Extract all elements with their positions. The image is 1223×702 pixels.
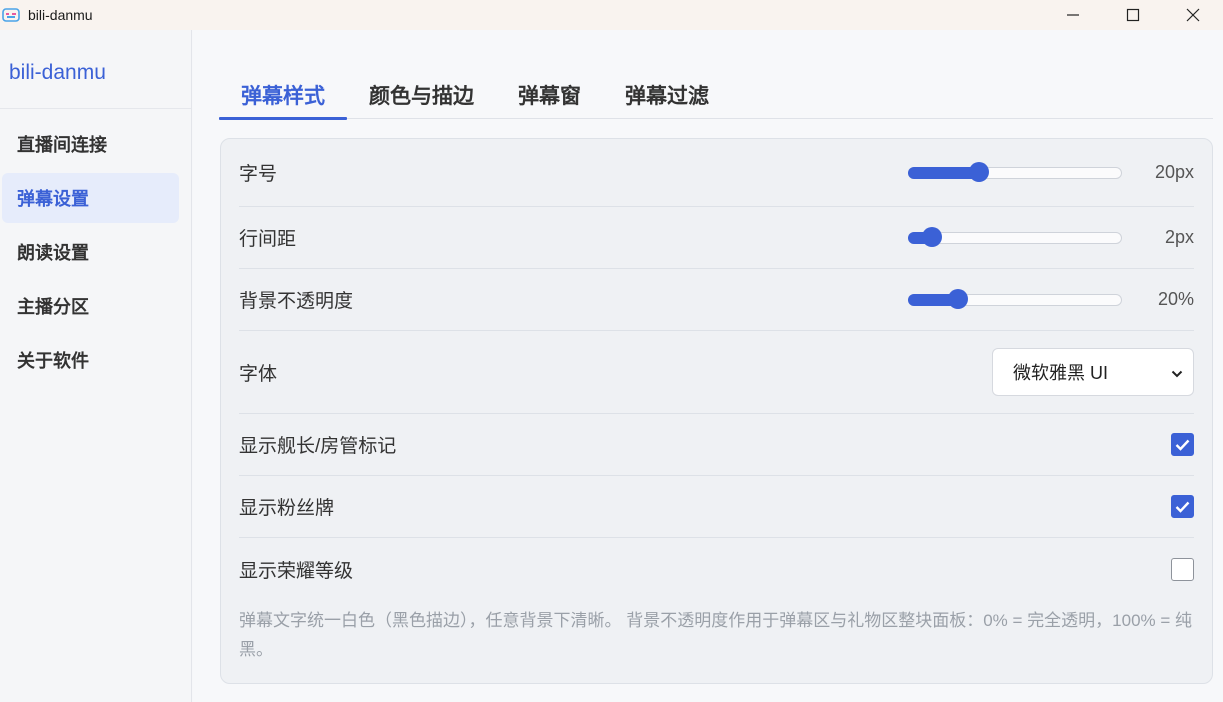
font-size-value: 20px <box>1154 162 1194 182</box>
line-spacing-label: 行间距 <box>239 229 297 250</box>
sidebar-nav: 直播间连接 弹幕设置 朗读设置 主播分区 关于软件 <box>0 109 191 385</box>
show-fan-badge-row: 显示粉丝牌 <box>239 476 1194 538</box>
line-spacing-value: 2px <box>1164 227 1194 247</box>
maximize-icon[interactable] <box>1103 0 1163 30</box>
settings-panel: 字号 20px 行间距 2px 背景不透明度 20% 字体 微软雅黑 UI 显示… <box>220 138 1213 684</box>
show-captain-label: 显示舰长/房管标记 <box>239 436 397 457</box>
checkmark-icon <box>1175 501 1190 513</box>
slider-thumb[interactable] <box>969 161 989 182</box>
slider-thumb[interactable] <box>922 226 942 247</box>
show-fan-badge-checkbox[interactable] <box>1171 495 1194 518</box>
show-captain-row: 显示舰长/房管标记 <box>239 414 1194 476</box>
font-size-label: 字号 <box>239 164 278 185</box>
font-size-row: 字号 20px <box>239 139 1194 207</box>
sidebar-item-streamer-category[interactable]: 主播分区 <box>2 281 179 331</box>
title-bar: bili-danmu <box>0 0 1223 30</box>
slider-thumb[interactable] <box>948 288 968 309</box>
close-icon[interactable] <box>1163 0 1223 30</box>
tab-danmu-window[interactable]: 弹幕窗 <box>496 70 603 119</box>
font-row: 字体 微软雅黑 UI <box>239 331 1194 414</box>
font-label: 字体 <box>239 363 278 385</box>
line-spacing-row: 行间距 2px <box>239 207 1194 269</box>
brand-title: bili-danmu <box>0 30 191 109</box>
bg-opacity-row: 背景不透明度 20% <box>239 269 1194 331</box>
font-select[interactable]: 微软雅黑 UI <box>992 348 1194 396</box>
line-spacing-slider[interactable] <box>908 226 1122 247</box>
chevron-down-icon <box>1171 362 1183 383</box>
sidebar-item-danmu-settings[interactable]: 弹幕设置 <box>2 173 179 223</box>
show-honor-level-label: 显示荣耀等级 <box>239 560 354 582</box>
show-honor-level-checkbox[interactable] <box>1171 557 1194 581</box>
font-select-value: 微软雅黑 UI <box>1013 363 1109 383</box>
minimize-icon[interactable] <box>1043 0 1103 30</box>
tab-color-outline[interactable]: 颜色与描边 <box>347 70 496 119</box>
tab-danmu-style[interactable]: 弹幕样式 <box>219 70 347 120</box>
bg-opacity-slider[interactable] <box>908 288 1122 309</box>
tab-danmu-filter[interactable]: 弹幕过滤 <box>603 70 731 119</box>
sidebar: bili-danmu 直播间连接 弹幕设置 朗读设置 主播分区 关于软件 <box>0 30 192 702</box>
show-honor-level-row: 显示荣耀等级 <box>239 538 1194 600</box>
app-logo-icon <box>2 7 20 23</box>
checkmark-icon <box>1175 439 1190 451</box>
window-title: bili-danmu <box>28 7 93 23</box>
main-content: 弹幕样式 颜色与描边 弹幕窗 弹幕过滤 字号 20px 行间距 2px 背景不透… <box>193 30 1223 702</box>
sidebar-item-room-connect[interactable]: 直播间连接 <box>2 119 179 169</box>
settings-note: 弹幕文字统一白色（黑色描边），任意背景下清晰。 背景不透明度作用于弹幕区与礼物区… <box>239 611 1193 659</box>
show-captain-checkbox[interactable] <box>1171 433 1194 456</box>
font-size-slider[interactable] <box>908 161 1122 182</box>
tab-bar: 弹幕样式 颜色与描边 弹幕窗 弹幕过滤 <box>219 70 1213 120</box>
sidebar-item-tts-settings[interactable]: 朗读设置 <box>2 227 179 277</box>
sidebar-item-about[interactable]: 关于软件 <box>2 335 179 385</box>
bg-opacity-value: 20% <box>1157 289 1194 309</box>
show-fan-badge-label: 显示粉丝牌 <box>239 498 335 519</box>
bg-opacity-label: 背景不透明度 <box>239 291 354 312</box>
